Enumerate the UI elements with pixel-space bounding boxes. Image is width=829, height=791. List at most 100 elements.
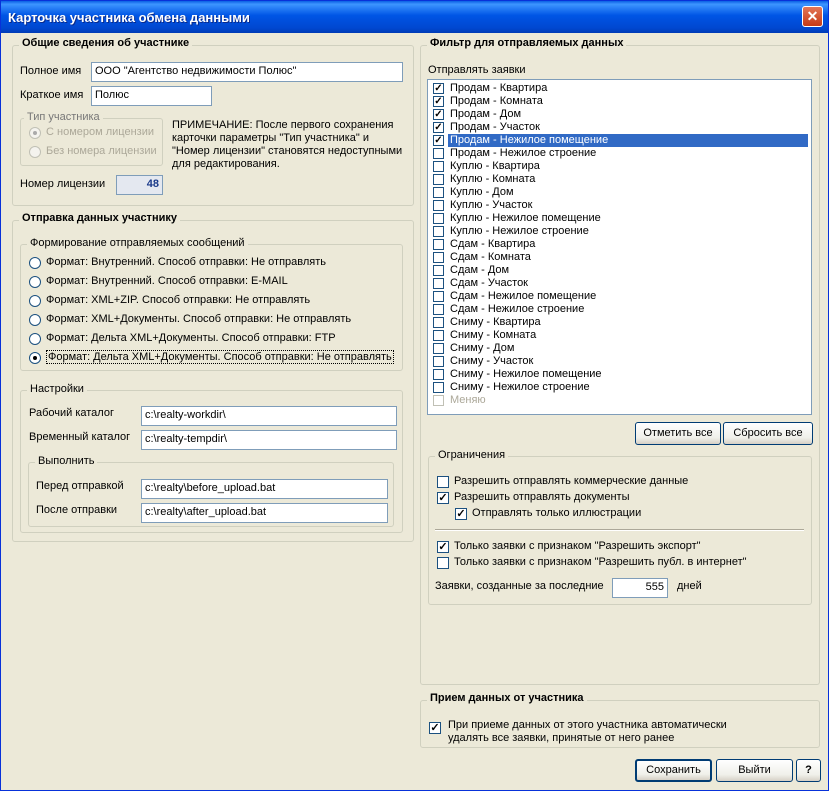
request-type-item[interactable]: ✓ Продам - Участок — [431, 121, 811, 134]
request-type-list[interactable]: ✓ Продам - Квартира ✓ Продам - Комната ✓ Прод… — [427, 79, 812, 415]
item-checkbox[interactable] — [433, 252, 444, 263]
limits-group-title: Ограничения — [435, 449, 509, 461]
days-input[interactable]: 555 — [612, 578, 668, 598]
auto-delete-checkbox[interactable]: ✓ При приеме данных от этого участника а… — [429, 719, 769, 747]
item-checkbox[interactable] — [433, 213, 444, 224]
request-type-item[interactable]: Куплю - Квартира — [431, 160, 811, 173]
request-type-item[interactable]: Сниму - Участок — [431, 355, 811, 368]
item-label: Сдам - Нежилое строение — [450, 303, 585, 315]
item-checkbox[interactable] — [433, 382, 444, 393]
request-type-item[interactable]: Куплю - Участок — [431, 199, 811, 212]
request-type-item[interactable]: ✓ Продам - Комната — [431, 95, 811, 108]
request-type-item[interactable]: Сдам - Квартира — [431, 238, 811, 251]
receive-group-title: Прием данных от участника — [427, 692, 587, 704]
request-type-item[interactable]: Куплю - Нежилое помещение — [431, 212, 811, 225]
request-type-item[interactable]: Куплю - Комната — [431, 173, 811, 186]
mark-all-button[interactable]: Отметить все — [635, 422, 721, 445]
item-checkbox[interactable] — [433, 317, 444, 328]
days-unit-label: дней — [677, 580, 702, 592]
workdir-input[interactable]: c:\realty-workdir\ — [141, 406, 397, 426]
request-type-item[interactable]: Меняю — [431, 394, 811, 407]
item-label: Сниму - Дом — [450, 342, 515, 354]
request-type-item[interactable]: Сдам - Нежилое строение — [431, 303, 811, 316]
reset-all-button[interactable]: Сбросить все — [723, 422, 813, 445]
request-type-item[interactable]: Сниму - Дом — [431, 342, 811, 355]
title-bar[interactable]: Карточка участника обмена данными ✕ — [1, 1, 828, 33]
item-label: Сниму - Участок — [450, 355, 534, 367]
workdir-label: Рабочий каталог — [29, 407, 114, 419]
format-radio-3[interactable]: Формат: XML+ZIP. Способ отправки: Не отп… — [29, 294, 399, 308]
item-checkbox[interactable] — [433, 330, 444, 341]
request-type-item[interactable]: Сдам - Участок — [431, 277, 811, 290]
request-type-item[interactable]: Сниму - Комната — [431, 329, 811, 342]
item-checkbox[interactable] — [433, 187, 444, 198]
item-label: Куплю - Нежилое помещение — [450, 212, 601, 224]
format-radio-6[interactable]: Формат: Дельта XML+Документы. Способ отп… — [29, 350, 399, 365]
type-with-license-radio[interactable]: С номером лицензии — [29, 126, 164, 140]
format-radio-4[interactable]: Формат: XML+Документы. Способ отправки: … — [29, 313, 399, 327]
request-type-item[interactable]: Куплю - Дом — [431, 186, 811, 199]
item-label: Меняю — [450, 394, 486, 406]
item-checkbox[interactable]: ✓ — [433, 96, 444, 107]
tempdir-input[interactable]: c:\realty-tempdir\ — [141, 430, 397, 450]
item-checkbox[interactable] — [433, 200, 444, 211]
item-label: Продам - Нежилое строение — [450, 147, 597, 159]
item-label: Куплю - Квартира — [450, 160, 540, 172]
allow-commercial-checkbox[interactable]: Разрешить отправлять коммерческие данные — [437, 475, 767, 489]
item-checkbox[interactable] — [433, 291, 444, 302]
request-type-item[interactable]: Сдам - Комната — [431, 251, 811, 264]
item-checkbox[interactable] — [433, 343, 444, 354]
only-public-checkbox[interactable]: Только заявки с признаком "Разрешить пуб… — [437, 556, 777, 570]
type-without-license-radio[interactable]: Без номера лицензии — [29, 145, 164, 159]
item-label: Продам - Комната — [450, 95, 543, 107]
format-radio-1[interactable]: Формат: Внутренний. Способ отправки: Не … — [29, 256, 399, 270]
format-radio-2[interactable]: Формат: Внутренний. Способ отправки: E-M… — [29, 275, 399, 289]
request-type-item[interactable]: Сниму - Квартира — [431, 316, 811, 329]
item-checkbox[interactable]: ✓ — [433, 135, 444, 146]
settings-group-title: Настройки — [27, 383, 87, 395]
request-type-item[interactable]: ✓ Продам - Квартира — [431, 82, 811, 95]
full-name-input[interactable]: ООО "Агентство недвижимости Полюс" — [91, 62, 403, 82]
item-label: Продам - Участок — [450, 121, 540, 133]
item-checkbox[interactable] — [433, 356, 444, 367]
item-checkbox[interactable]: ✓ — [433, 122, 444, 133]
request-type-item[interactable]: ✓ Продам - Дом — [431, 108, 811, 121]
request-type-item[interactable]: Сдам - Нежилое помещение — [431, 290, 811, 303]
item-checkbox[interactable] — [433, 174, 444, 185]
request-type-item[interactable]: Сниму - Нежилое помещение — [431, 368, 811, 381]
item-checkbox[interactable] — [433, 369, 444, 380]
item-checkbox[interactable] — [433, 265, 444, 276]
request-type-item[interactable]: Сдам - Дом — [431, 264, 811, 277]
item-checkbox[interactable] — [433, 304, 444, 315]
participant-type-title: Тип участника — [24, 111, 103, 123]
item-checkbox[interactable] — [433, 161, 444, 172]
request-type-item[interactable]: Продам - Нежилое строение — [431, 147, 811, 160]
request-type-item[interactable]: ✓ Продам - Нежилое помещение — [431, 134, 811, 147]
after-upload-input[interactable]: c:\realty\after_upload.bat — [141, 503, 388, 523]
item-label: Сдам - Комната — [450, 251, 531, 263]
allow-docs-checkbox[interactable]: ✓ Разрешить отправлять документы — [437, 491, 767, 505]
item-label: Сниму - Нежилое помещение — [450, 368, 602, 380]
item-checkbox[interactable] — [433, 239, 444, 250]
request-type-item[interactable]: Сниму - Нежилое строение — [431, 381, 811, 394]
only-illustrations-checkbox[interactable]: ✓ Отправлять только иллюстрации — [455, 507, 785, 521]
format-radio-5[interactable]: Формат: Дельта XML+Документы. Способ отп… — [29, 332, 399, 346]
request-type-item[interactable]: Куплю - Нежилое строение — [431, 225, 811, 238]
help-button[interactable]: ? — [796, 759, 821, 782]
item-label: Продам - Дом — [450, 108, 522, 120]
before-upload-input[interactable]: c:\realty\before_upload.bat — [141, 479, 388, 499]
item-checkbox[interactable] — [433, 148, 444, 159]
save-button[interactable]: Сохранить — [635, 759, 712, 782]
item-checkbox[interactable] — [433, 395, 444, 406]
close-button[interactable]: ✕ — [802, 6, 823, 27]
item-label: Сдам - Квартира — [450, 238, 536, 250]
exit-button[interactable]: Выйти — [716, 759, 793, 782]
only-export-checkbox[interactable]: ✓ Только заявки с признаком "Разрешить эк… — [437, 540, 777, 554]
item-checkbox[interactable] — [433, 226, 444, 237]
item-checkbox[interactable]: ✓ — [433, 83, 444, 94]
send-requests-label: Отправлять заявки — [428, 64, 526, 76]
item-checkbox[interactable] — [433, 278, 444, 289]
short-name-input[interactable]: Полюс — [91, 86, 212, 106]
item-checkbox[interactable]: ✓ — [433, 109, 444, 120]
note-text: ПРИМЕЧАНИЕ: После первого сохранения кар… — [172, 119, 403, 170]
